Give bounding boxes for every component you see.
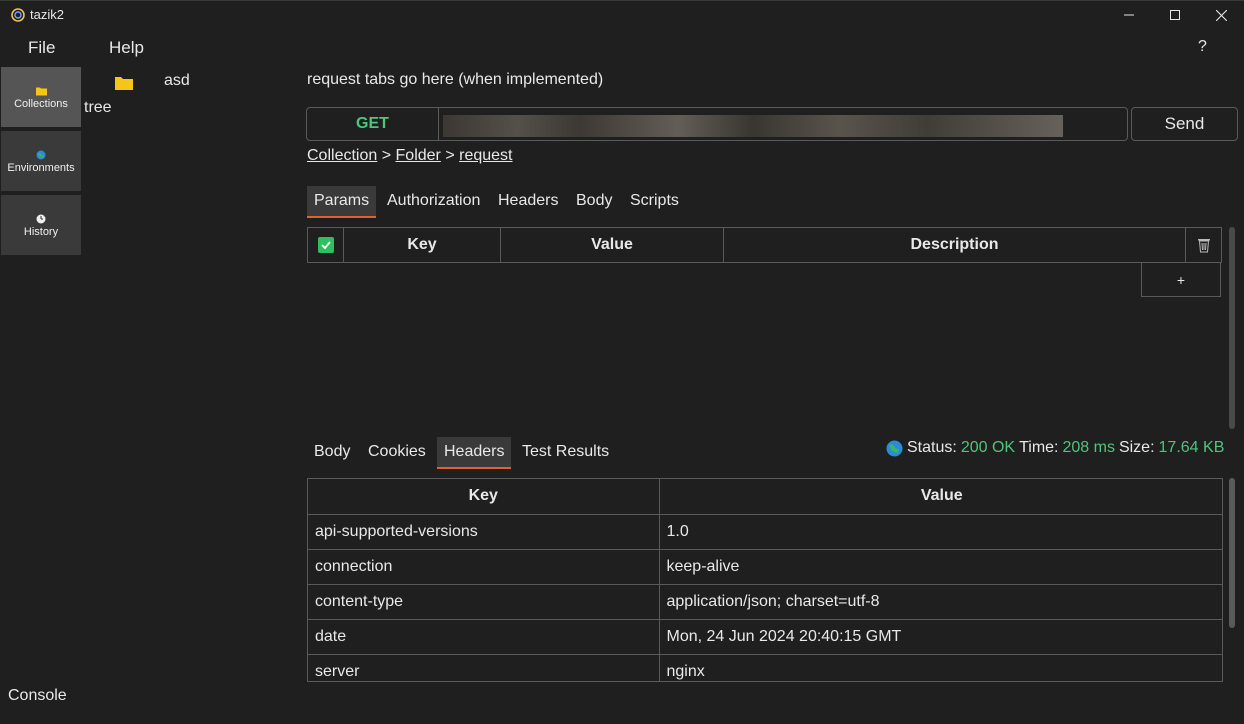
status-label: Status:: [907, 439, 957, 456]
status-value: 200 OK: [960, 439, 1016, 456]
trash-icon: [1197, 239, 1210, 253]
console-toggle[interactable]: Console: [8, 687, 67, 705]
checkbox-checked-icon[interactable]: [317, 237, 334, 253]
tab-authorization[interactable]: Authorization: [380, 192, 487, 218]
menu-file[interactable]: File: [28, 38, 55, 58]
window-title: tazik2: [30, 7, 64, 22]
sidebar-item-label: Environments: [7, 161, 75, 174]
folder-icon: [35, 87, 47, 95]
select-all-cell[interactable]: [308, 228, 344, 262]
column-value: Value: [501, 228, 724, 262]
maximize-button[interactable]: [1152, 0, 1198, 30]
column-key: Key: [344, 228, 501, 262]
response-tab-cookies[interactable]: Cookies: [361, 443, 433, 469]
header-key: content-type: [308, 584, 660, 620]
column-value: Value: [659, 479, 1222, 515]
size-value: 17.64 KB: [1158, 439, 1225, 456]
menu-help[interactable]: Help: [109, 38, 144, 58]
header-key: api-supported-versions: [308, 514, 660, 550]
breadcrumb-separator: >: [381, 147, 392, 164]
breadcrumb: Collection > Folder > request: [307, 147, 513, 165]
breadcrumb-request[interactable]: request: [459, 147, 512, 164]
tree-label: tree: [84, 99, 112, 116]
send-button[interactable]: Send: [1131, 107, 1238, 141]
tab-scripts[interactable]: Scripts: [623, 192, 686, 218]
add-param-button[interactable]: +: [1141, 263, 1221, 297]
header-value: application/json; charset=utf-8: [659, 584, 1222, 620]
sidebar-item-collections[interactable]: Collections: [1, 67, 81, 127]
time-label: Time:: [1019, 439, 1059, 456]
column-key: Key: [308, 479, 660, 515]
response-headers-table: Key Value api-supported-versions 1.0 con…: [307, 478, 1223, 682]
response-scrollbar[interactable]: [1229, 478, 1235, 628]
sidebar-item-label: Collections: [14, 97, 68, 110]
table-header-row: Key Value: [308, 479, 1222, 515]
tab-headers[interactable]: Headers: [491, 192, 565, 218]
header-value: keep-alive: [659, 549, 1222, 585]
delete-all-button[interactable]: [1186, 228, 1221, 262]
sidebar-item-label: History: [23, 225, 59, 238]
url-redacted-value: [443, 115, 1063, 137]
folder-icon[interactable]: [115, 76, 133, 90]
clock-icon: [36, 214, 46, 223]
request-tabs-placeholder: request tabs go here (when implemented): [307, 71, 604, 88]
table-row: content-type application/json; charset=u…: [308, 584, 1222, 620]
help-question-button[interactable]: ?: [1198, 38, 1207, 56]
header-value: nginx: [659, 654, 1222, 681]
response-status-line: Status: 200 OK Time: 208 ms Size: 17.64 …: [886, 439, 1224, 457]
minimize-icon: [1124, 14, 1134, 16]
sidebar-item-environments[interactable]: Environments: [1, 131, 81, 191]
breadcrumb-separator: >: [445, 147, 455, 164]
breadcrumb-collection[interactable]: Collection: [307, 147, 377, 164]
time-value: 208 ms: [1062, 439, 1115, 456]
params-table-header: Key Value Description: [307, 227, 1222, 263]
table-row: server nginx: [308, 654, 1222, 681]
maximize-icon: [1170, 10, 1180, 20]
close-icon: [1215, 9, 1227, 21]
close-button[interactable]: [1198, 0, 1244, 30]
table-row: connection keep-alive: [308, 549, 1222, 585]
header-value: 1.0: [659, 514, 1222, 550]
globe-icon: [886, 440, 903, 456]
globe-icon: [36, 150, 46, 159]
header-key: server: [308, 654, 660, 681]
header-value: Mon, 24 Jun 2024 20:40:15 GMT: [659, 619, 1222, 655]
response-tab-test-results[interactable]: Test Results: [515, 443, 616, 469]
sidebar-item-history[interactable]: History: [1, 195, 81, 255]
response-tab-body[interactable]: Body: [307, 443, 357, 469]
table-row: api-supported-versions 1.0: [308, 514, 1222, 550]
app-logo-icon: [11, 8, 25, 22]
tree-item-asd[interactable]: asd: [164, 72, 190, 90]
table-row: date Mon, 24 Jun 2024 20:40:15 GMT: [308, 619, 1222, 655]
title-bar: [0, 0, 1244, 30]
size-label: Size:: [1118, 439, 1155, 456]
header-key: date: [308, 619, 660, 655]
tab-body[interactable]: Body: [569, 192, 619, 218]
minimize-button[interactable]: [1106, 0, 1152, 30]
tab-params[interactable]: Params: [307, 186, 377, 218]
column-description: Description: [724, 228, 1186, 262]
params-scrollbar[interactable]: [1229, 227, 1235, 429]
breadcrumb-folder[interactable]: Folder: [396, 147, 441, 164]
method-select[interactable]: GET: [306, 107, 439, 141]
response-tab-headers[interactable]: Headers: [437, 437, 512, 469]
header-key: connection: [308, 549, 660, 585]
